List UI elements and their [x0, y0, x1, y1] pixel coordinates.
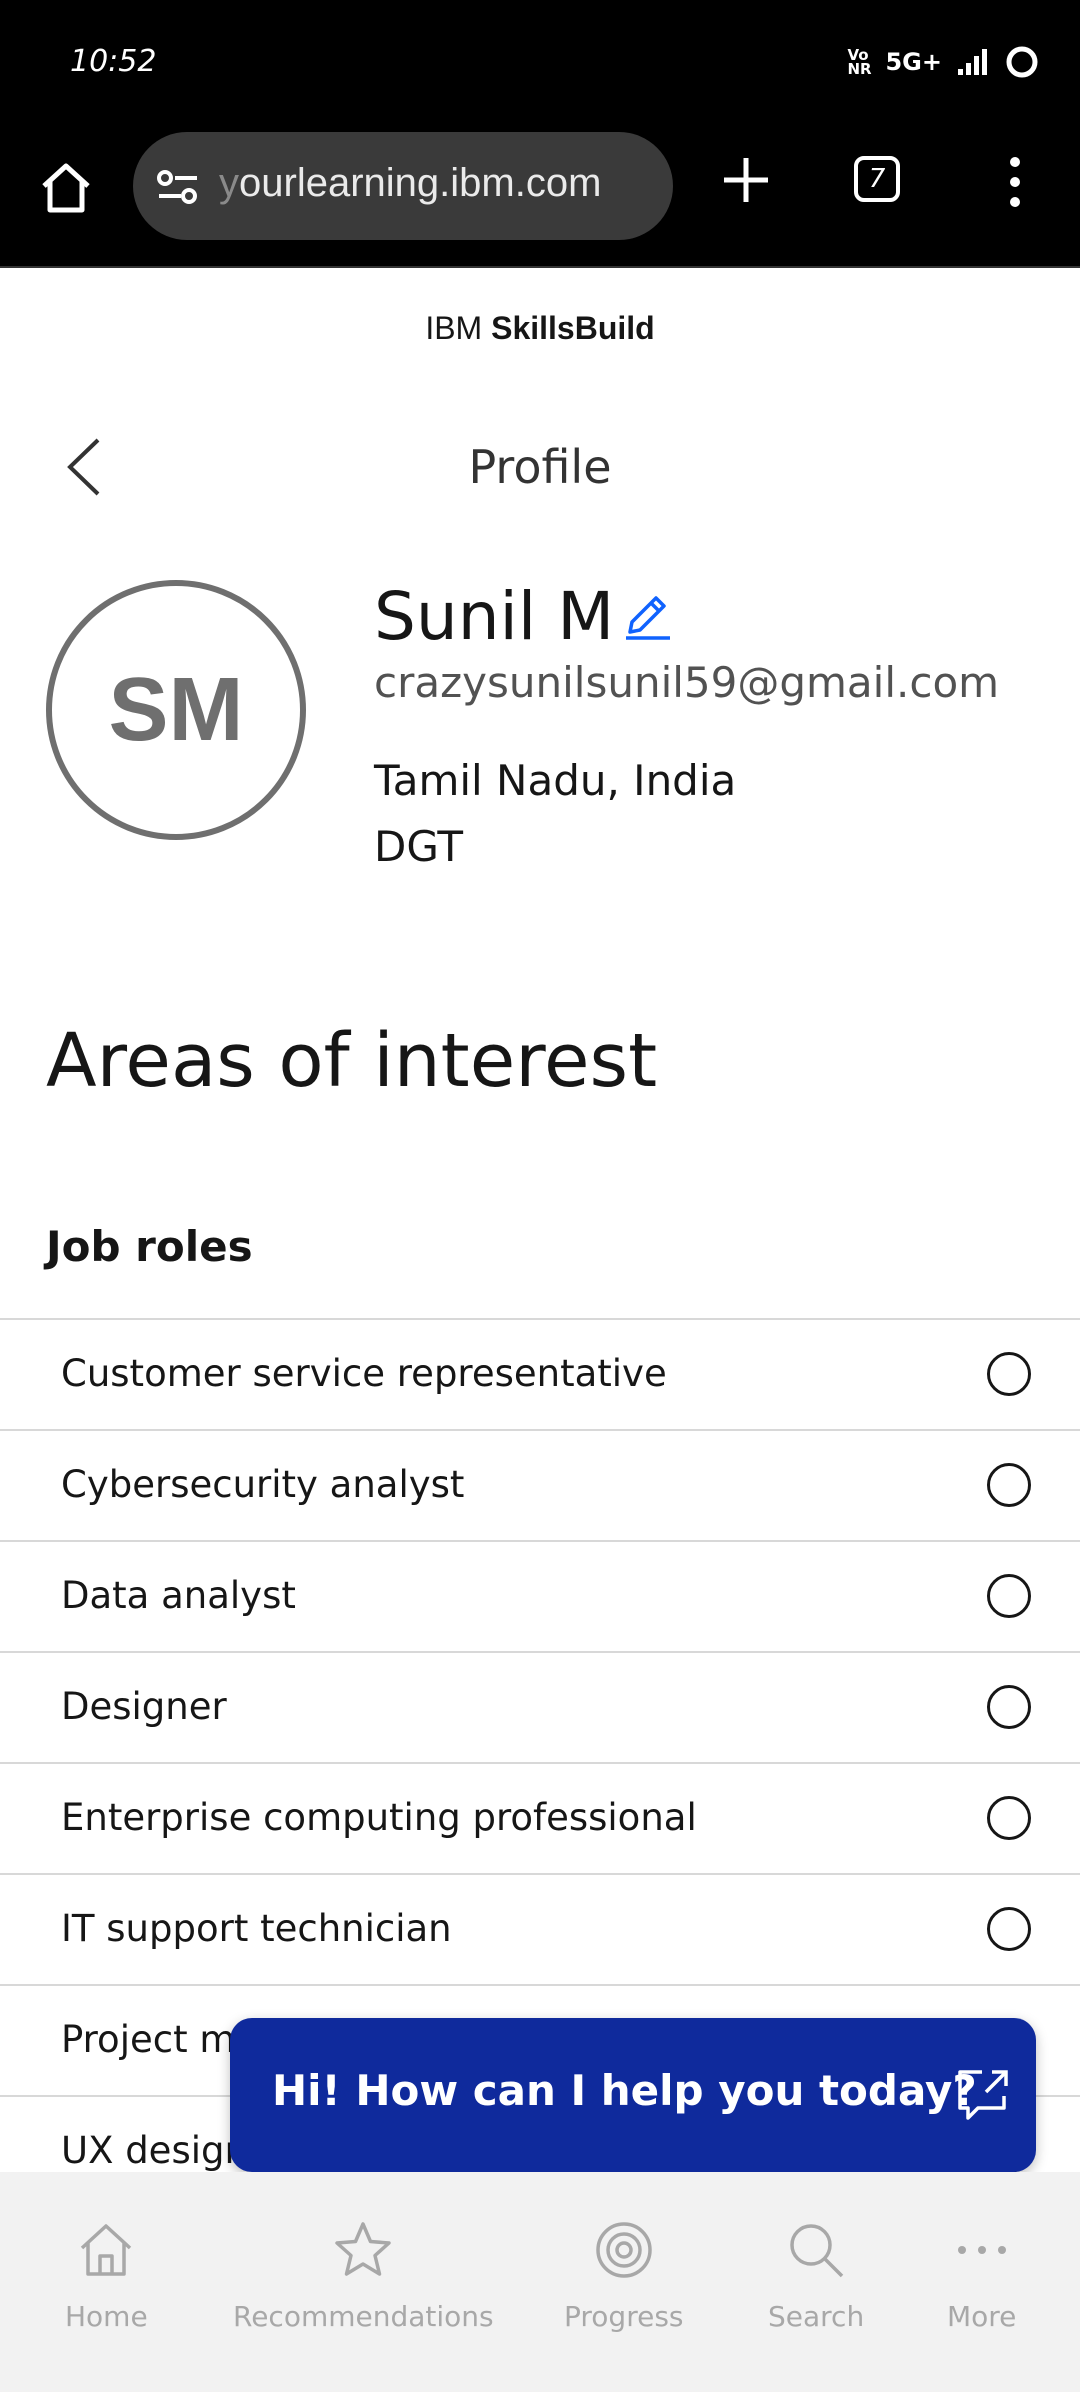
- volte-indicator: Vo NR: [847, 46, 872, 78]
- status-bar: 10:52 Vo NR 5G+: [0, 0, 1080, 130]
- job-role-radio[interactable]: [987, 1574, 1031, 1618]
- browser-home-button[interactable]: [36, 158, 96, 218]
- nav-search-label: Search: [768, 2300, 865, 2333]
- signal-icon: [956, 47, 990, 77]
- browser-toolbar: yourlearning.ibm.com 7: [0, 130, 1080, 268]
- job-role-label: Enterprise computing professional: [61, 1796, 697, 1839]
- job-role-item[interactable]: Data analyst: [0, 1540, 1080, 1651]
- brand-prefix: IBM: [425, 310, 483, 346]
- url-text: yourlearning.ibm.com: [219, 161, 601, 206]
- url-bar[interactable]: yourlearning.ibm.com: [133, 132, 673, 240]
- job-role-label: Customer service representative: [61, 1352, 667, 1395]
- job-role-radio[interactable]: [987, 1796, 1031, 1840]
- avatar: SM: [46, 580, 306, 840]
- chat-assistant-label: Hi! How can I help you today?: [272, 2066, 977, 2115]
- bottom-navigation: Home Recommendations Progress Search Mor…: [0, 2172, 1080, 2392]
- status-time: 10:52: [70, 44, 157, 79]
- nav-home-label: Home: [65, 2300, 148, 2333]
- new-tab-button[interactable]: [718, 152, 774, 208]
- page-title: Profile: [468, 440, 612, 494]
- home-icon: [81, 2224, 132, 2276]
- job-role-label: Designer: [61, 1685, 227, 1728]
- chat-launch-icon: [958, 2070, 1008, 2120]
- job-role-radio[interactable]: [987, 1685, 1031, 1729]
- brand-logo[interactable]: IBM SkillsBuild: [0, 310, 1080, 347]
- nav-recommendations-label: Recommendations: [233, 2300, 494, 2333]
- nav-more[interactable]: More: [947, 2218, 1016, 2333]
- status-icons: Vo NR 5G+: [847, 44, 1040, 80]
- tabs-button[interactable]: 7: [854, 156, 900, 202]
- search-icon: [790, 2224, 844, 2278]
- loading-icon: [1004, 44, 1040, 80]
- job-role-radio[interactable]: [987, 1463, 1031, 1507]
- progress-icon: [596, 2222, 652, 2278]
- url-prefix: y: [219, 161, 239, 205]
- site-settings-icon[interactable]: [155, 164, 201, 210]
- areas-of-interest-heading: Areas of interest: [46, 1018, 658, 1104]
- plus-icon: [724, 158, 768, 202]
- job-role-item[interactable]: Enterprise computing professional: [0, 1762, 1080, 1873]
- url-domain: ourlearning.ibm.com: [239, 161, 602, 205]
- nav-progress-label: Progress: [564, 2300, 684, 2333]
- nav-progress[interactable]: Progress: [564, 2218, 684, 2333]
- job-role-radio[interactable]: [987, 1907, 1031, 1951]
- chat-assistant-button[interactable]: Hi! How can I help you today?: [230, 2018, 1036, 2172]
- job-roles-heading: Job roles: [46, 1222, 253, 1271]
- job-role-item[interactable]: Customer service representative: [0, 1318, 1080, 1429]
- job-role-item[interactable]: IT support technician: [0, 1873, 1080, 1984]
- browser-menu-button[interactable]: [1000, 152, 1030, 212]
- pencil-icon: [626, 596, 670, 640]
- edit-profile-button[interactable]: [622, 586, 674, 642]
- job-role-label: IT support technician: [61, 1907, 452, 1950]
- job-role-radio[interactable]: [987, 1352, 1031, 1396]
- profile-email: crazysunilsunil59@gmail.com: [374, 658, 1000, 707]
- star-icon: [335, 2222, 392, 2276]
- profile-name: Sunil M: [374, 578, 615, 655]
- nav-recommendations[interactable]: Recommendations: [233, 2218, 494, 2333]
- profile-organization: DGT: [374, 822, 464, 871]
- nav-search[interactable]: Search: [768, 2218, 864, 2333]
- brand-name: SkillsBuild: [491, 310, 655, 346]
- tabs-count: 7: [868, 164, 886, 194]
- more-icon: [957, 2246, 1006, 2254]
- job-role-item[interactable]: Cybersecurity analyst: [0, 1429, 1080, 1540]
- home-icon: [42, 163, 90, 213]
- job-role-label: Project m: [61, 2018, 236, 2061]
- profile-location: Tamil Nadu, India: [374, 756, 737, 805]
- nav-home[interactable]: Home: [65, 2218, 148, 2333]
- job-role-item[interactable]: Designer: [0, 1651, 1080, 1762]
- nav-more-label: More: [947, 2300, 1017, 2333]
- job-role-label: Cybersecurity analyst: [61, 1463, 465, 1506]
- avatar-initials: SM: [108, 659, 244, 760]
- job-role-label: Data analyst: [61, 1574, 296, 1617]
- menu-icon: [1010, 157, 1020, 207]
- network-type: 5G+: [885, 48, 942, 76]
